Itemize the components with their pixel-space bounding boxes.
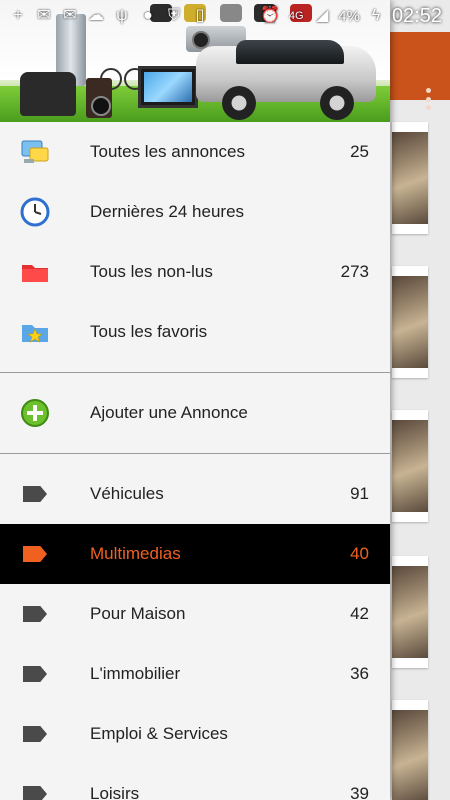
menu-item-last-24h[interactable]: Dernières 24 heures [0, 182, 390, 242]
menu-item-count: 40 [350, 544, 369, 563]
tag-icon [20, 479, 50, 509]
listing-thumbnail [392, 710, 428, 800]
tag-icon [20, 599, 50, 629]
mail-icon: ✉ [37, 7, 51, 24]
menu-item-label: Tous les non-lus [90, 262, 213, 281]
listing-card[interactable] [392, 700, 428, 800]
menu-item-label: Emploi & Services [90, 724, 228, 743]
menu-item-count: 25 [350, 142, 369, 161]
battery-percent: 4% [338, 7, 360, 25]
app-icon: ● [143, 7, 153, 24]
listing-thumbnail [392, 420, 428, 512]
menu-item-count: 91 [350, 484, 369, 503]
messenger-icon: ☁ [88, 7, 104, 24]
menu-item-add-ad[interactable]: Ajouter une Annonce [0, 383, 390, 443]
listing-thumbnail [392, 276, 428, 368]
listing-thumbnail [392, 566, 428, 658]
menu-item-label: Pour Maison [90, 604, 186, 623]
menu-item-count: 42 [350, 604, 369, 623]
listing-card[interactable] [392, 410, 428, 522]
signal-icon: ◢ [316, 7, 329, 24]
drawer-menu: Toutes les annonces 25 Dernières 24 heur… [0, 122, 390, 800]
menu-item-label: Dernières 24 heures [90, 202, 245, 221]
menu-item-loisirs[interactable]: Loisirs 39 [0, 764, 390, 800]
tag-icon [20, 539, 50, 569]
clock: 02:52 [391, 4, 442, 27]
menu-item-label: Multimedias [90, 544, 181, 563]
unread-folder-icon [20, 257, 50, 287]
menu-item-label: Loisirs [90, 784, 140, 800]
list-chat-icon [20, 137, 50, 167]
menu-item-immobilier[interactable]: L'immobilier 36 [0, 644, 390, 704]
menu-item-emploi-services[interactable]: Emploi & Services [0, 704, 390, 764]
add-circle-icon [20, 398, 50, 428]
menu-item-count: 39 [350, 784, 369, 800]
listing-thumbnail [392, 132, 428, 224]
menu-item-unread[interactable]: Tous les non-lus 273 [0, 242, 390, 302]
listing-card[interactable] [392, 266, 428, 378]
navigation-drawer: Toutes les annonces 25 Dernières 24 heur… [0, 0, 390, 800]
menu-item-label: Véhicules [90, 484, 164, 503]
tag-icon [20, 719, 50, 749]
plus-icon: + [13, 7, 23, 24]
tag-icon [20, 779, 50, 800]
listing-card[interactable] [392, 122, 428, 234]
network-type: 4G [288, 10, 304, 22]
battery-charging-icon: ϟ [371, 7, 381, 24]
overflow-menu-icon[interactable] [426, 88, 432, 110]
clock-icon [20, 197, 50, 227]
divider [0, 443, 390, 464]
menu-item-pour-maison[interactable]: Pour Maison 42 [0, 584, 390, 644]
menu-item-multimedias[interactable]: Multimedias 40 [0, 524, 390, 584]
sim-icon: ▯ [195, 7, 205, 24]
listing-card[interactable] [392, 556, 428, 668]
alarm-icon: ⏰ [260, 7, 281, 24]
shield-icon: ⛨ [167, 7, 180, 24]
menu-item-label: L'immobilier [90, 664, 181, 683]
menu-item-vehicules[interactable]: Véhicules 91 [0, 464, 390, 524]
menu-item-label: Toutes les annonces [90, 142, 245, 161]
favorite-folder-icon [20, 317, 50, 347]
mail-icon: ✉ [63, 7, 77, 24]
menu-item-all-ads[interactable]: Toutes les annonces 25 [0, 122, 390, 182]
divider [0, 362, 390, 383]
menu-item-favorites[interactable]: Tous les favoris [0, 302, 390, 362]
status-bar: + ✉ ✉ ☁ ψ ● ⛨ ▯ ⏰ 4G ◢ 4% ϟ 02:52 [0, 0, 450, 32]
menu-item-count: 273 [340, 262, 369, 281]
usb-icon: ψ [116, 7, 128, 24]
menu-item-count: 36 [350, 664, 369, 683]
menu-item-label: Ajouter une Annonce [90, 403, 248, 422]
tag-icon [20, 659, 50, 689]
menu-item-label: Tous les favoris [90, 322, 208, 341]
